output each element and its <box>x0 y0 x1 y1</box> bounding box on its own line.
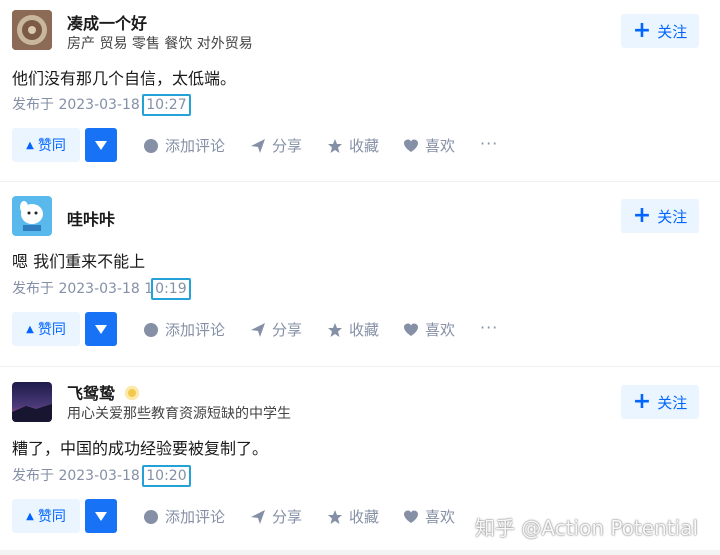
answer-content: 嗯 我们重来不能上 <box>12 252 146 271</box>
follow-label: 关注 <box>657 22 688 41</box>
downvote-button[interactable] <box>85 312 117 346</box>
star-icon <box>328 138 342 153</box>
comment-button[interactable]: 添加评论 <box>143 319 225 340</box>
publish-info: 发布于 2023-03-18 10:20 <box>12 465 191 487</box>
badge-icon <box>124 386 139 400</box>
share-icon <box>251 138 265 153</box>
share-button[interactable]: 分享 <box>250 319 302 340</box>
share-button[interactable]: 分享 <box>250 506 302 527</box>
plus-icon: + <box>632 389 652 414</box>
comment-button[interactable]: 添加评论 <box>143 135 225 156</box>
avatar[interactable] <box>12 382 52 422</box>
more-icon[interactable]: ··· <box>480 134 498 153</box>
publish-time: 10:27 <box>142 94 191 116</box>
upvote-button[interactable]: ▲ 赞同 <box>12 312 80 346</box>
like-button[interactable]: 喜欢 <box>403 135 455 156</box>
upvote-button[interactable]: ▲ 赞同 <box>12 128 80 162</box>
follow-button[interactable]: + 关注 <box>621 199 699 233</box>
author-bio: 房产 贸易 零售 餐饮 对外贸易 <box>67 36 253 52</box>
triangle-down-icon <box>95 140 107 150</box>
triangle-up-icon: ▲ <box>26 510 34 522</box>
share-button[interactable]: 分享 <box>250 135 302 156</box>
avatar[interactable] <box>12 196 52 236</box>
follow-label: 关注 <box>657 207 688 226</box>
upvote-label: 赞同 <box>37 138 66 154</box>
publish-time: 10:20 <box>142 465 191 487</box>
watermark: 知乎 @Action Potential <box>475 516 698 540</box>
publish-info: 发布于 2023-03-18 1 0:19 <box>12 278 191 300</box>
avatar[interactable] <box>12 10 52 50</box>
follow-button[interactable]: + 关注 <box>621 385 699 419</box>
heart-icon <box>404 323 418 336</box>
bottom-divider <box>0 550 720 555</box>
upvote-label: 赞同 <box>37 322 66 338</box>
answer-card: 凑成一个好 房产 贸易 零售 餐饮 对外贸易 + 关注 他们没有那几个自信，太低… <box>0 0 720 181</box>
comment-button[interactable]: 添加评论 <box>143 506 225 527</box>
more-icon[interactable]: ··· <box>480 318 498 337</box>
upvote-label: 赞同 <box>37 509 66 525</box>
author-bio: 用心关爱那些教育资源短缺的中学生 <box>67 406 291 422</box>
heart-icon <box>404 139 418 152</box>
upvote-button[interactable]: ▲ 赞同 <box>12 499 80 533</box>
author-name[interactable]: 哇咔咔 <box>67 206 115 230</box>
share-icon <box>251 322 265 337</box>
answer-content: 糟了，中国的成功经验要被复制了。 <box>12 439 269 458</box>
answer-content: 他们没有那几个自信，太低端。 <box>12 69 237 88</box>
author-name[interactable]: 飞鸳鸷 <box>67 380 139 404</box>
heart-icon <box>404 510 418 523</box>
answer-card: 哇咔咔 + 关注 嗯 我们重来不能上 发布于 2023-03-18 1 0:19 … <box>0 182 720 366</box>
publish-info: 发布于 2023-03-18 10:27 <box>12 94 191 116</box>
favorite-button[interactable]: 收藏 <box>327 506 379 527</box>
plus-icon: + <box>632 18 652 43</box>
comment-icon <box>144 509 158 524</box>
star-icon <box>328 322 342 337</box>
star-icon <box>328 509 342 524</box>
author-name[interactable]: 凑成一个好 <box>67 10 147 34</box>
triangle-up-icon: ▲ <box>26 323 34 335</box>
publish-time: 0:19 <box>151 278 191 300</box>
follow-label: 关注 <box>657 393 688 412</box>
favorite-button[interactable]: 收藏 <box>327 135 379 156</box>
downvote-button[interactable] <box>85 128 117 162</box>
follow-button[interactable]: + 关注 <box>621 14 699 48</box>
favorite-button[interactable]: 收藏 <box>327 319 379 340</box>
share-icon <box>251 509 265 524</box>
triangle-down-icon <box>95 511 107 521</box>
comment-icon <box>144 138 158 153</box>
publish-date: 发布于 2023-03-18 <box>12 468 145 484</box>
triangle-up-icon: ▲ <box>26 139 34 151</box>
publish-date: 发布于 2023-03-18 1 <box>12 281 154 297</box>
like-button[interactable]: 喜欢 <box>403 319 455 340</box>
triangle-down-icon <box>95 324 107 334</box>
downvote-button[interactable] <box>85 499 117 533</box>
plus-icon: + <box>632 203 652 228</box>
publish-date: 发布于 2023-03-18 <box>12 97 145 113</box>
like-button[interactable]: 喜欢 <box>403 506 455 527</box>
comment-icon <box>144 322 158 337</box>
